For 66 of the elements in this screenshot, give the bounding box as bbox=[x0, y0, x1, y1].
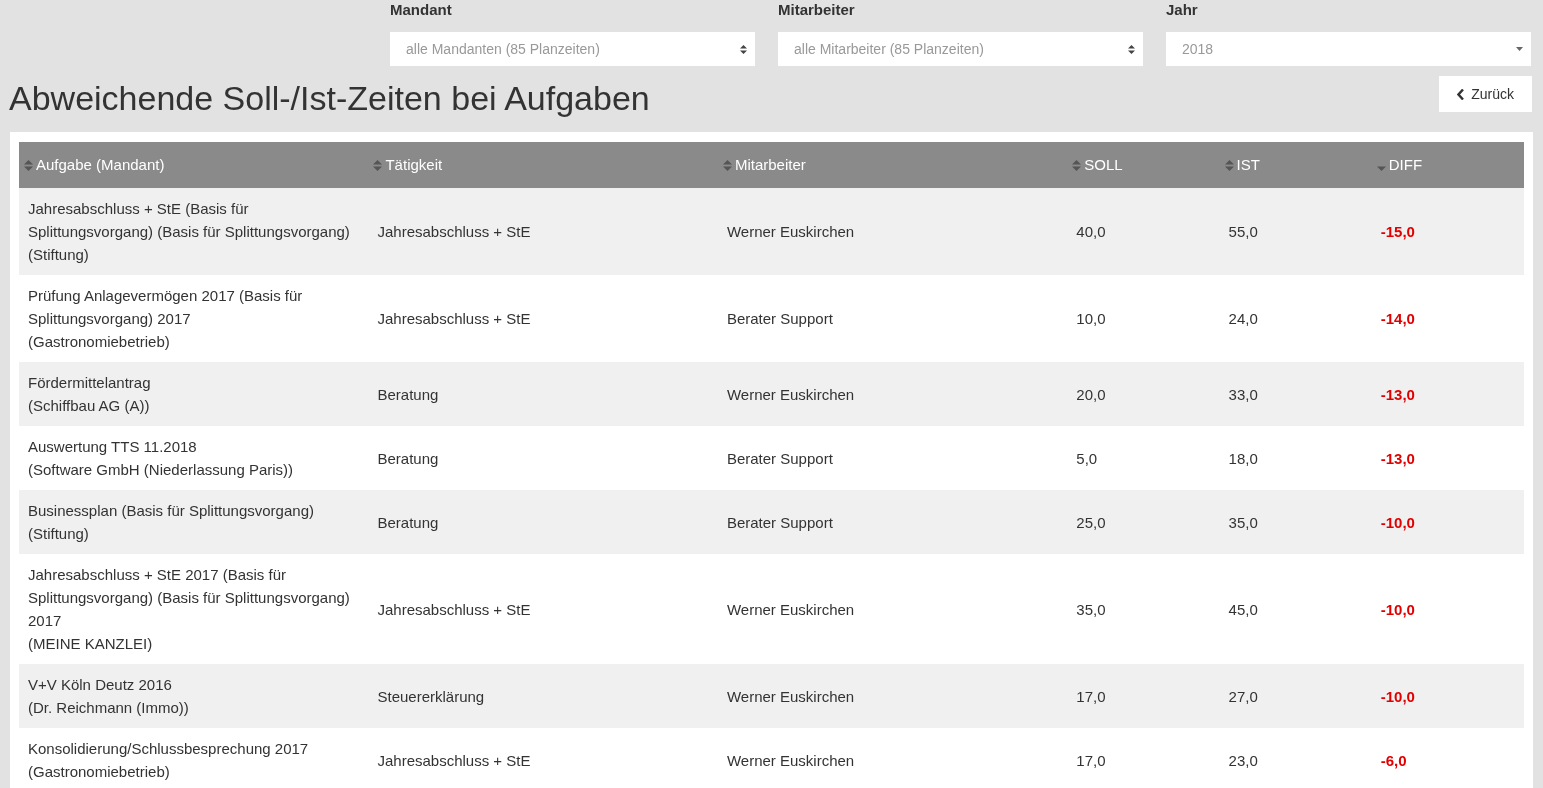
employee-cell: Berater Support bbox=[726, 449, 833, 467]
soll-cell: 10,0 bbox=[1076, 310, 1106, 327]
column-header[interactable]: Tätigkeit bbox=[368, 153, 443, 177]
column-header[interactable]: Mitarbeiter bbox=[717, 153, 806, 177]
soll-cell: 20,0 bbox=[1076, 385, 1106, 403]
diff-cell: -13,0 bbox=[1380, 449, 1415, 467]
soll-cell: 35,0 bbox=[1076, 600, 1106, 618]
filter-dropdown[interactable]: alle Mandanten (85 Planzeiten) bbox=[390, 32, 755, 66]
ist-cell: 35,0 bbox=[1228, 513, 1258, 531]
diff-cell: -14,0 bbox=[1380, 310, 1415, 327]
employee-cell: Berater Support bbox=[726, 513, 833, 531]
column-header[interactable]: IST bbox=[1219, 153, 1260, 177]
task-cell-text: V+V Köln Deutz 2016 (Dr. Reichmann (Immo)) bbox=[28, 675, 190, 718]
filter-label: Mandant bbox=[390, 0, 453, 20]
activity-cell: Steuererklärung bbox=[377, 687, 485, 705]
activity-cell: Beratung bbox=[377, 449, 439, 467]
employee-cell: Werner Euskirchen bbox=[726, 751, 855, 769]
employee-cell: Werner Euskirchen bbox=[726, 223, 855, 240]
ist-cell: 24,0 bbox=[1228, 310, 1258, 327]
activity-cell: Jahresabschluss + StE bbox=[377, 223, 531, 240]
ist-cell: 18,0 bbox=[1228, 449, 1258, 467]
column-header[interactable]: DIFF bbox=[1371, 153, 1423, 177]
task-cell-text: Businessplan (Basis für Splittungsvorgang) (Stiftung) bbox=[28, 501, 315, 544]
task-cell-text: Jahresabschluss + StE 2017 (Basis für Splittungsvorgang) (Basis für Splittungsvorgang) 2017 (MEINE KANZLEI) bbox=[28, 565, 351, 654]
ist-cell: 23,0 bbox=[1228, 751, 1258, 769]
employee-cell: Werner Euskirchen bbox=[726, 600, 855, 618]
diff-cell: -10,0 bbox=[1380, 600, 1415, 618]
filter-dropdown[interactable]: alle Mitarbeiter (85 Planzeiten) bbox=[778, 32, 1143, 66]
activity-cell: Beratung bbox=[377, 513, 439, 531]
diff-cell: -10,0 bbox=[1380, 513, 1415, 531]
soll-cell: 25,0 bbox=[1076, 513, 1106, 531]
soll-cell: 40,0 bbox=[1076, 223, 1106, 240]
column-header[interactable]: SOLL bbox=[1067, 153, 1123, 177]
soll-cell: 17,0 bbox=[1076, 751, 1106, 769]
activity-cell: Jahresabschluss + StE bbox=[377, 751, 531, 769]
chevron-left-icon bbox=[1457, 88, 1466, 100]
employee-cell: Berater Support bbox=[726, 310, 833, 327]
filter-label: Mitarbeiter bbox=[778, 0, 856, 20]
sort-icon bbox=[1128, 44, 1135, 54]
activity-cell: Jahresabschluss + StE bbox=[377, 600, 531, 618]
page-title: Abweichende Soll-/Ist-Zeiten bei Aufgaben bbox=[9, 78, 650, 118]
ist-cell: 27,0 bbox=[1228, 687, 1258, 705]
caret-icon bbox=[1516, 47, 1523, 51]
diff-cell: -15,0 bbox=[1380, 223, 1415, 240]
task-cell-text: Prüfung Anlagevermögen 2017 (Basis für Splittungsvorgang) 2017 (Gastronomiebetrieb) bbox=[28, 286, 304, 352]
sort-icon bbox=[740, 44, 747, 54]
soll-cell: 5,0 bbox=[1076, 449, 1098, 467]
ist-cell: 33,0 bbox=[1228, 385, 1258, 403]
soll-cell: 17,0 bbox=[1076, 687, 1106, 705]
back-button[interactable]: Zurück bbox=[1439, 76, 1532, 112]
activity-cell: Beratung bbox=[377, 385, 439, 403]
task-cell-text: Auswertung TTS 11.2018 (Software GmbH (Niederlassung Paris)) bbox=[28, 437, 295, 480]
task-cell-text: Fördermittelantrag (Schiffbau AG (A)) bbox=[28, 373, 152, 416]
task-cell-text: Jahresabschluss + StE (Basis für Splittungsvorgang) (Basis für Splittungsvorgang) (Stiftung) bbox=[28, 199, 351, 265]
diff-cell: -13,0 bbox=[1380, 385, 1415, 403]
ist-cell: 55,0 bbox=[1228, 223, 1258, 240]
filter-label: Jahr bbox=[1166, 0, 1199, 20]
employee-cell: Werner Euskirchen bbox=[726, 687, 855, 705]
column-header[interactable]: Aufgabe (Mandant) bbox=[19, 153, 165, 177]
task-cell-text: Konsolidierung/Schlussbesprechung 2017 (Gastronomiebetrieb) bbox=[28, 739, 310, 782]
diff-cell: -6,0 bbox=[1380, 751, 1407, 769]
diff-cell: -10,0 bbox=[1380, 687, 1415, 705]
activity-cell: Jahresabschluss + StE bbox=[377, 310, 531, 327]
filter-dropdown[interactable]: 2018 bbox=[1166, 32, 1531, 66]
employee-cell: Werner Euskirchen bbox=[726, 385, 855, 403]
ist-cell: 45,0 bbox=[1228, 600, 1258, 618]
